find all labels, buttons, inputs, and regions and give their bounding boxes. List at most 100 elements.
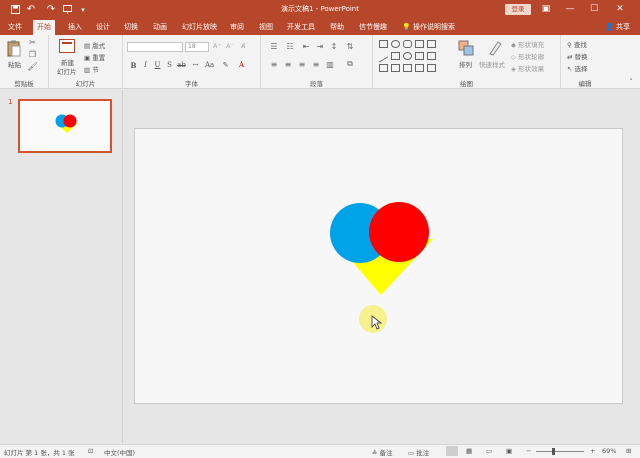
arrange-icon[interactable] xyxy=(457,39,475,57)
tab-ichi[interactable]: 信节慢趣 xyxy=(355,19,391,35)
new-slide-label-2[interactable]: 幻灯片 xyxy=(57,66,77,76)
shape-effects-button[interactable]: ◈ 形状效果 xyxy=(511,63,544,73)
shape-square-icon[interactable] xyxy=(415,52,424,60)
shape-rect-icon[interactable] xyxy=(379,40,388,48)
underline-icon[interactable]: U xyxy=(153,61,162,70)
strikethrough-icon[interactable]: ab xyxy=(177,61,186,70)
tab-review[interactable]: 审阅 xyxy=(226,19,248,35)
zoom-in-icon[interactable]: + xyxy=(590,447,595,455)
replace-button[interactable]: ⇄ 替换 xyxy=(567,51,588,61)
new-slide-icon[interactable] xyxy=(58,38,76,54)
shape-star-icon[interactable] xyxy=(391,64,400,72)
shape-brace-icon[interactable] xyxy=(403,64,412,72)
person-icon: 👤 xyxy=(605,23,614,31)
paste-icon[interactable] xyxy=(6,39,22,57)
zoom-slider[interactable] xyxy=(536,451,584,452)
shape-arrow-icon[interactable] xyxy=(379,64,388,72)
slide-sorter-icon[interactable]: ▦ xyxy=(466,447,472,455)
shape-outline-button[interactable]: ◇ 形状轮廓 xyxy=(511,51,544,61)
normal-view-icon[interactable] xyxy=(446,446,458,456)
shape-bracket-icon[interactable] xyxy=(415,64,424,72)
layout-button[interactable]: ▤ 版式 xyxy=(84,40,105,50)
shadow-icon[interactable]: S xyxy=(165,61,174,70)
close-icon[interactable]: ✕ xyxy=(612,2,628,16)
highlight-icon[interactable]: ✎ xyxy=(221,61,230,70)
font-name-dropdown[interactable] xyxy=(127,42,183,52)
shape-line-icon[interactable] xyxy=(379,49,388,63)
shape-rect2-icon[interactable] xyxy=(391,52,400,60)
slide-canvas[interactable] xyxy=(134,128,623,404)
collapse-ribbon-icon[interactable]: ˄ xyxy=(626,77,636,87)
login-button[interactable]: 登录 xyxy=(505,4,531,15)
ribbon-display-icon[interactable]: ▣ xyxy=(538,2,554,16)
red-circle[interactable] xyxy=(369,202,429,262)
italic-icon[interactable]: I xyxy=(141,61,150,70)
decrease-indent-icon[interactable]: ⇤ xyxy=(301,41,311,51)
reset-button[interactable]: ▣ 重置 xyxy=(84,52,105,62)
share-button[interactable]: 👤 共享 xyxy=(605,19,630,35)
align-left-icon[interactable]: ≡ xyxy=(269,59,279,69)
tab-file[interactable]: 文件 xyxy=(4,19,26,35)
language-label[interactable]: 中文(中国) xyxy=(104,447,135,457)
tab-help[interactable]: 帮助 xyxy=(326,19,348,35)
change-case-icon[interactable]: Aa xyxy=(205,61,214,70)
comments-button[interactable]: ▭ 批注 xyxy=(408,447,429,457)
slide-thumbnail[interactable] xyxy=(18,99,112,153)
justify-icon[interactable]: ≡ xyxy=(311,59,321,69)
zoom-level[interactable]: 69% xyxy=(602,447,616,455)
fit-slide-icon[interactable]: ⊞ xyxy=(626,447,631,455)
title-bar: ↶ ↷ ▾ 演示文稿1 - PowerPoint 登录 ▣ — ☐ ✕ xyxy=(0,0,640,19)
shape-connector-icon[interactable] xyxy=(427,52,436,60)
shrink-font-icon[interactable]: A⁻ xyxy=(226,42,234,50)
quick-styles-icon[interactable] xyxy=(486,39,504,57)
select-button[interactable]: ↖ 选择 xyxy=(567,63,588,73)
reading-view-icon[interactable]: ▭ xyxy=(486,447,492,455)
shape-rounded-rect-icon[interactable] xyxy=(403,40,412,48)
paragraph-group-label: 段落 xyxy=(310,80,323,88)
bold-icon[interactable]: B xyxy=(129,61,138,70)
grow-font-icon[interactable]: A⁺ xyxy=(213,42,221,50)
line-spacing-icon[interactable]: ↕ xyxy=(329,41,339,51)
tab-slideshow[interactable]: 幻灯片放映 xyxy=(178,19,221,35)
char-spacing-icon[interactable]: ↔ xyxy=(191,61,200,70)
font-color-icon[interactable]: A xyxy=(237,61,246,70)
minimize-icon[interactable]: — xyxy=(562,2,578,16)
shape-circle-icon[interactable] xyxy=(403,52,412,60)
tell-me-label: 操作说明搜索 xyxy=(412,23,455,31)
tab-developer[interactable]: 开发工具 xyxy=(283,19,319,35)
format-painter-icon[interactable]: 🖌 xyxy=(27,62,37,71)
columns-icon[interactable]: ▥ xyxy=(325,59,335,69)
tab-design[interactable]: 设计 xyxy=(92,19,114,35)
smartart-icon[interactable]: ⧉ xyxy=(345,59,355,69)
notes-button[interactable]: ≜ 备注 xyxy=(372,447,393,457)
slideshow-view-icon[interactable]: ▣ xyxy=(506,447,512,455)
text-direction-icon[interactable]: ⇅ xyxy=(345,41,355,51)
tab-home[interactable]: 开始 xyxy=(33,20,55,35)
zoom-out-icon[interactable]: − xyxy=(526,447,531,455)
numbering-icon[interactable]: ☷ xyxy=(285,41,295,51)
increase-indent-icon[interactable]: ⇥ xyxy=(315,41,325,51)
copy-icon[interactable]: ❐ xyxy=(28,50,37,59)
clear-format-icon[interactable]: A̸ xyxy=(241,42,245,50)
align-right-icon[interactable]: ≡ xyxy=(297,59,307,69)
tab-view[interactable]: 视图 xyxy=(255,19,277,35)
align-center-icon[interactable]: ≡ xyxy=(283,59,293,69)
maximize-icon[interactable]: ☐ xyxy=(586,2,602,16)
cut-icon[interactable]: ✂ xyxy=(28,38,37,47)
shape-oval-icon[interactable] xyxy=(391,40,400,48)
zoom-slider-thumb[interactable] xyxy=(552,448,555,455)
shape-fill-button[interactable]: ◆ 形状填充 xyxy=(511,39,544,49)
tab-insert[interactable]: 插入 xyxy=(64,19,86,35)
bullets-icon[interactable]: ☰ xyxy=(269,41,279,51)
shape-more-icon[interactable] xyxy=(427,64,436,72)
shape-textbox-icon[interactable] xyxy=(415,40,424,48)
section-button[interactable]: ▥ 节 xyxy=(84,64,99,74)
notes-label: 备注 xyxy=(379,449,393,457)
spellcheck-icon[interactable]: ⊡ xyxy=(88,447,93,455)
tell-me-search[interactable]: 💡 操作说明搜索 xyxy=(402,19,455,35)
find-button[interactable]: ⚲ 查找 xyxy=(567,39,587,49)
tab-animations[interactable]: 动画 xyxy=(149,19,171,35)
font-size-dropdown[interactable]: 18 xyxy=(185,42,209,52)
tab-transitions[interactable]: 切换 xyxy=(120,19,142,35)
shape-callout-icon[interactable] xyxy=(427,40,436,48)
